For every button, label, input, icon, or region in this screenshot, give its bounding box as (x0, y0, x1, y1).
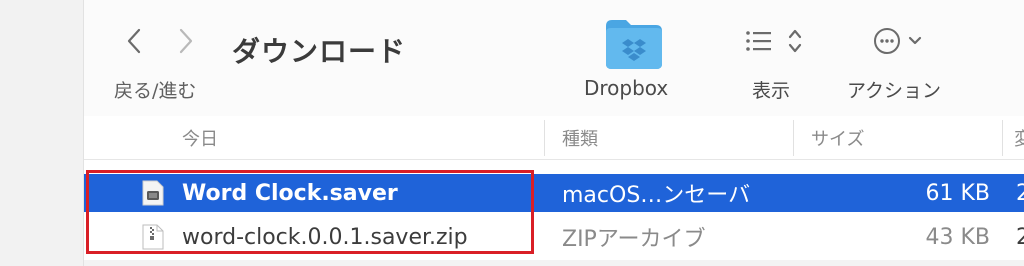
column-size-header[interactable]: サイズ (811, 116, 864, 160)
file-date: 2 (1016, 180, 1024, 206)
file-size: 61 KB (925, 180, 990, 206)
column-divider[interactable] (793, 120, 794, 156)
back-forward-label: 戻る/進む (114, 80, 197, 102)
file-kind: ZIPアーカイブ (562, 227, 706, 252)
ellipsis-circle-icon (874, 28, 922, 54)
highlight-box (86, 170, 534, 254)
toolbar: 戻る/進む ダウンロード Dropbox 表示 アクション (84, 0, 1024, 116)
chevron-down-icon (908, 36, 922, 45)
column-divider[interactable] (1002, 120, 1003, 156)
dropbox-folder-icon (606, 20, 662, 69)
dropbox-label: Dropbox (584, 76, 669, 100)
view-label: 表示 (752, 80, 791, 102)
column-kind-header[interactable]: 種類 (562, 116, 598, 160)
window-title: ダウンロード (232, 35, 407, 68)
column-date-header[interactable]: 変 (1014, 116, 1024, 160)
column-header: 今日 種類 サイズ 変 (84, 116, 1024, 160)
chevron-left-icon (127, 28, 141, 54)
list-view-icon (746, 29, 802, 53)
file-date: 2 (1016, 224, 1024, 250)
forward-button[interactable] (172, 26, 200, 56)
action-button[interactable] (872, 26, 942, 56)
finder-window: 戻る/進む ダウンロード Dropbox 表示 アクション 今日 種類 サイズ … (0, 0, 1024, 266)
action-label: アクション (847, 80, 942, 102)
list-bottom-edge (84, 260, 1024, 266)
file-size: 43 KB (925, 224, 990, 250)
column-divider[interactable] (544, 120, 545, 156)
view-options-button[interactable] (742, 26, 812, 56)
back-button[interactable] (120, 26, 148, 56)
dropbox-button[interactable] (604, 12, 664, 72)
sidebar (0, 0, 84, 266)
file-kind: macOS…ンセーバ (562, 183, 751, 208)
chevron-right-icon (179, 28, 193, 54)
column-name-header[interactable]: 今日 (182, 116, 218, 160)
